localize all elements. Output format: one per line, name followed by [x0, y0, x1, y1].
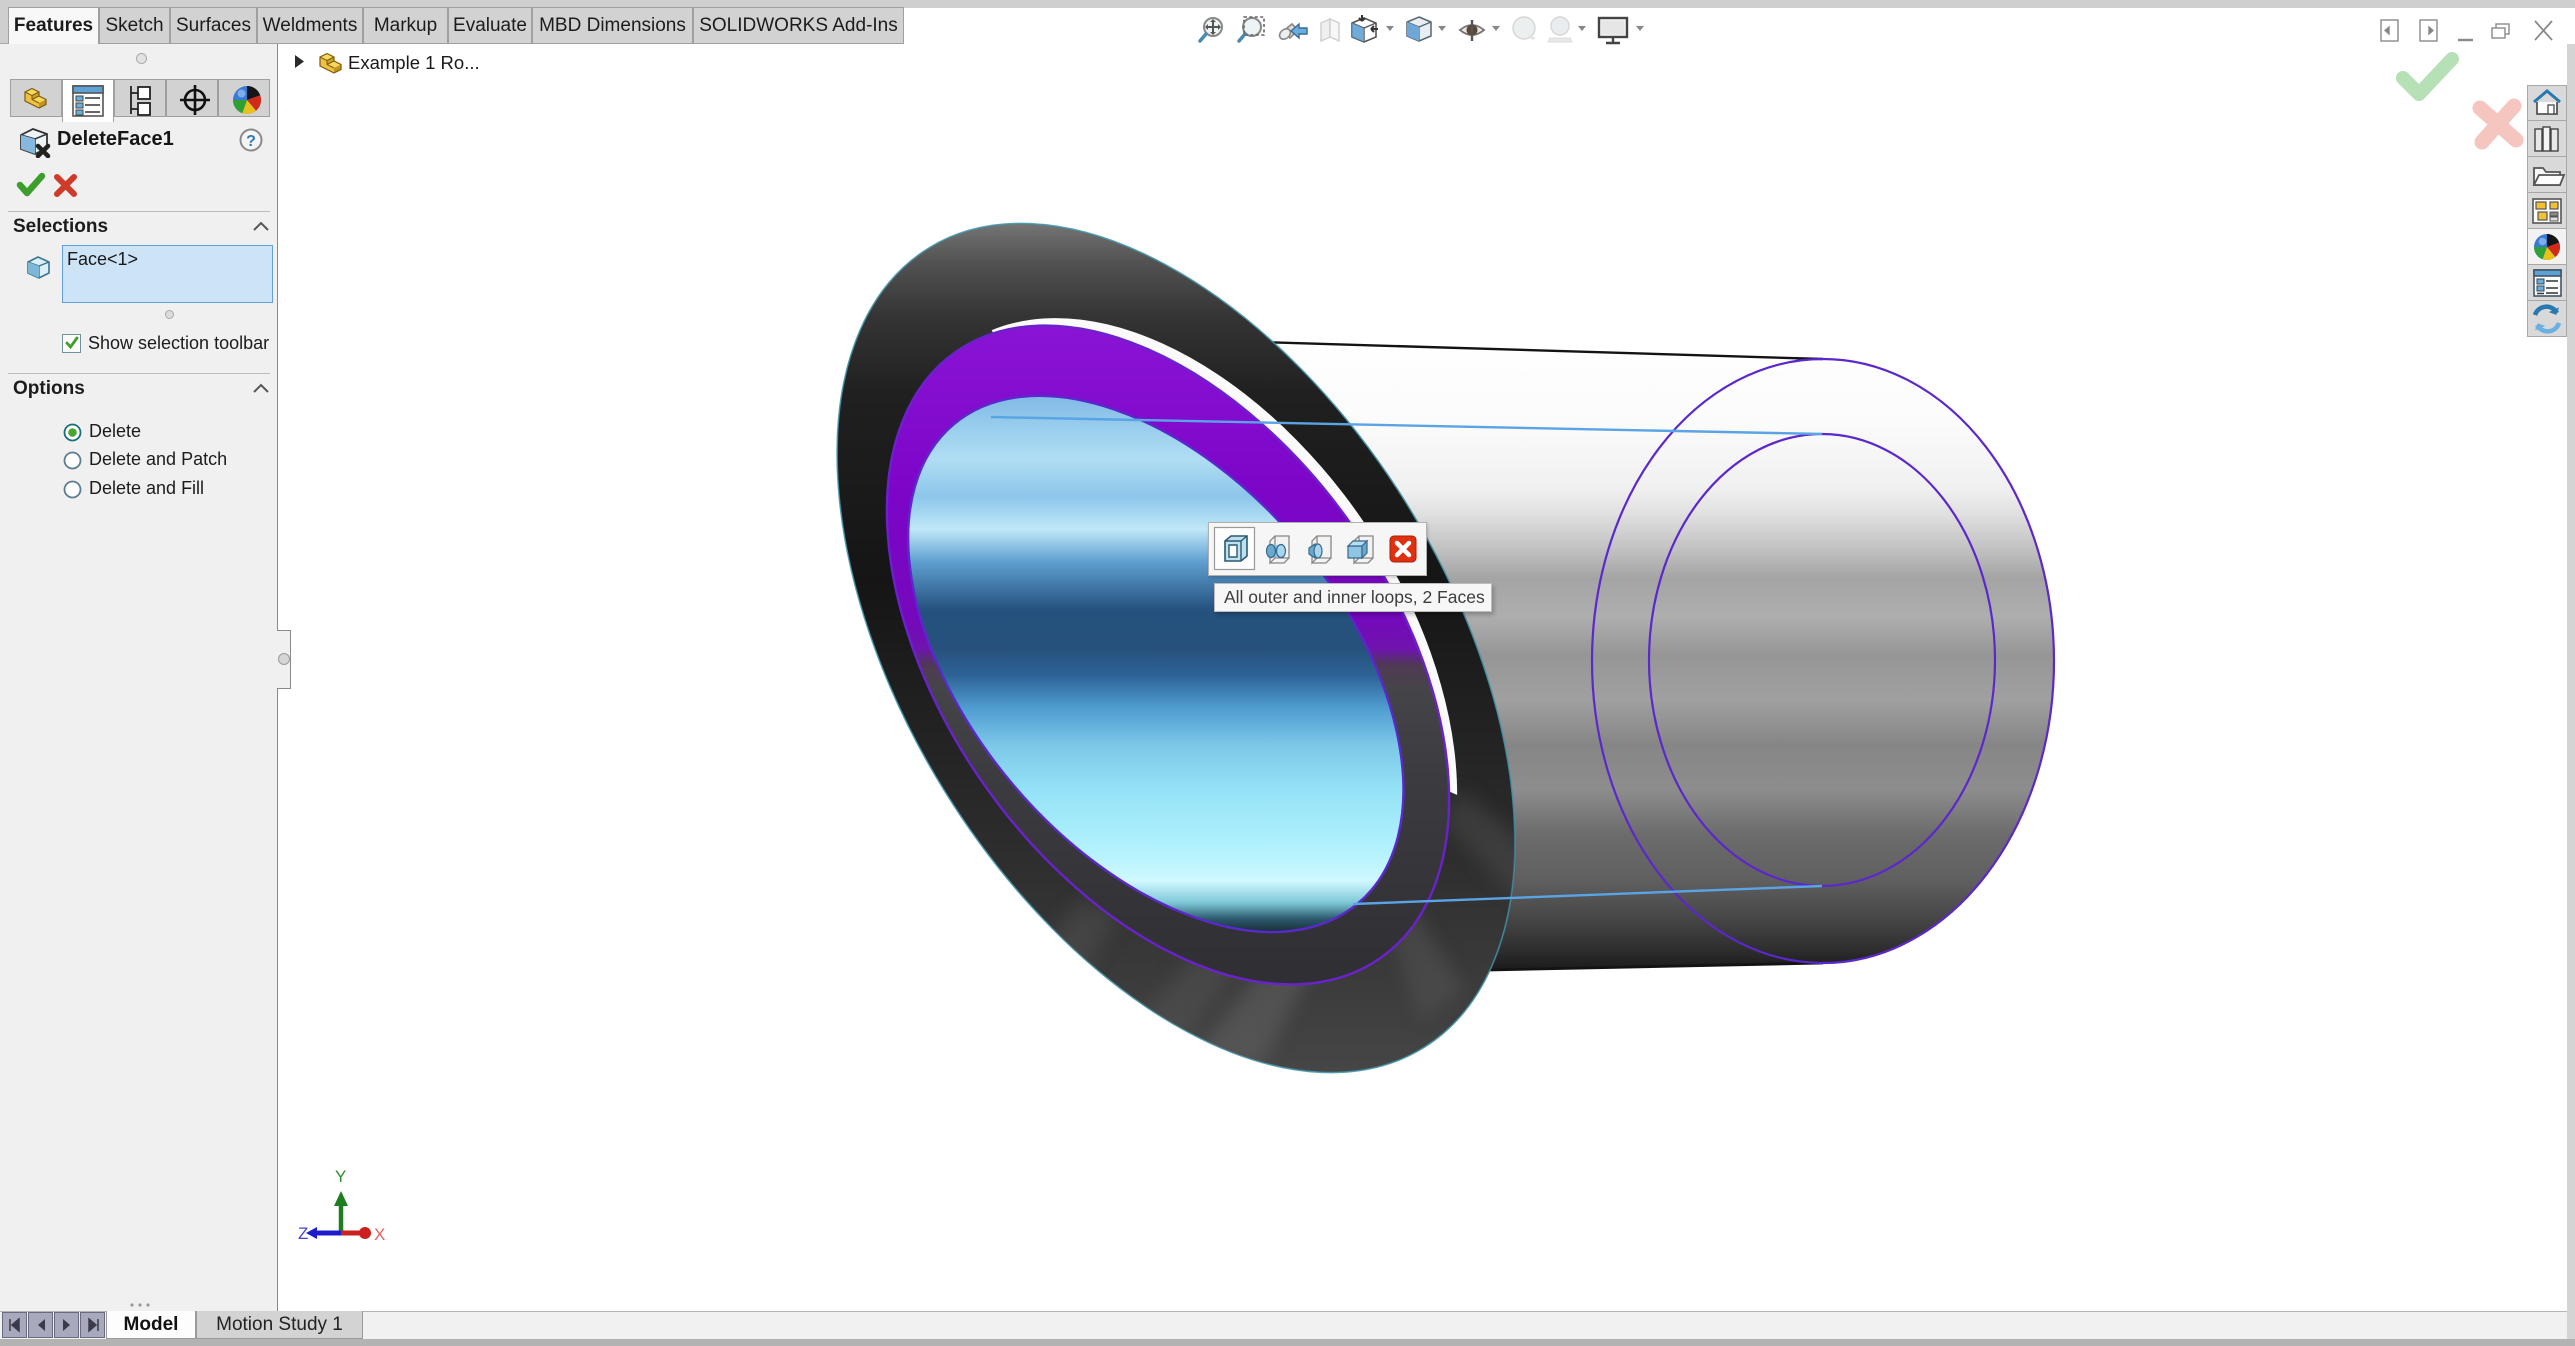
svg-text:Y: Y: [335, 1167, 346, 1186]
svg-text:X: X: [374, 1225, 385, 1244]
svg-text:?: ?: [246, 133, 256, 150]
svg-text:Z: Z: [298, 1224, 308, 1243]
